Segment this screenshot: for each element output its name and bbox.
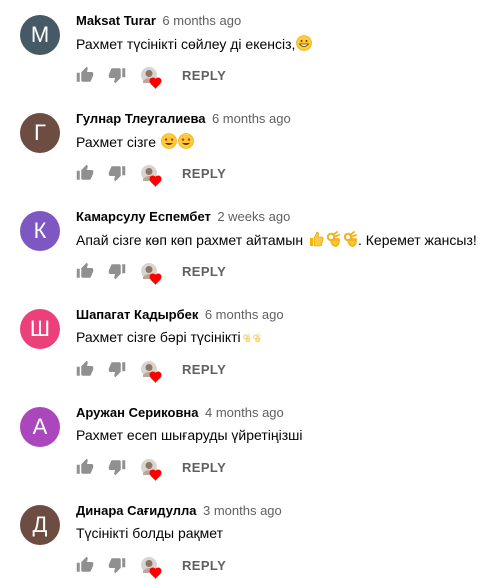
- creator-heart-icon: [140, 556, 164, 585]
- comment-header: Динара Сағидулла 3 months ago: [76, 502, 282, 520]
- creator-heart-icon: [140, 458, 164, 487]
- comment-header: Maksat Turar 6 months ago: [76, 12, 241, 30]
- comment-header: Аружан Сериковна 4 months ago: [76, 404, 284, 422]
- like-icon[interactable]: [76, 556, 94, 579]
- creator-heart-icon: [140, 262, 164, 291]
- ok-small-emoji-icon: [252, 331, 261, 347]
- like-icon[interactable]: [76, 458, 94, 481]
- comment-text-main: Рахмет есеп шығаруды үйретіңізші: [76, 427, 303, 443]
- comment: Ш Шапагат Кадырбек 6 months ago Рахмет с…: [0, 294, 494, 392]
- comment-header: Шапагат Кадырбек 6 months ago: [76, 306, 284, 324]
- author-name[interactable]: Аружан Сериковна: [76, 405, 199, 420]
- author-name[interactable]: Гулнар Тлеугалиева: [76, 111, 206, 126]
- avatar[interactable]: Г: [20, 113, 60, 153]
- reply-button[interactable]: REPLY: [182, 68, 226, 83]
- comment-text: Түсінікті болды рақмет: [76, 525, 223, 541]
- comment: M Maksat Turar 6 months ago Рахмет түсін…: [0, 0, 494, 98]
- comment-text-after: . Керемет жансыз!: [357, 232, 477, 248]
- timestamp[interactable]: 6 months ago: [212, 111, 291, 126]
- comment: Г Гулнар Тлеугалиева 6 months ago Рахмет…: [0, 98, 494, 196]
- timestamp[interactable]: 6 months ago: [205, 307, 284, 322]
- author-name[interactable]: Динара Сағидулла: [76, 503, 197, 518]
- ok-hand-emoji-icon: [325, 231, 341, 250]
- author-name[interactable]: Maksat Turar: [76, 13, 156, 28]
- ok-hand-emoji-icon: [342, 231, 358, 250]
- grin-emoji-icon: [296, 35, 313, 54]
- comment-text: Рахмет сізге бәрі түсінікті: [76, 329, 261, 347]
- avatar[interactable]: M: [20, 15, 60, 55]
- comment-text-main: Рахмет түсінікті сөйлеу ді екенсіз,: [76, 36, 296, 52]
- like-icon[interactable]: [76, 164, 94, 187]
- reply-button[interactable]: REPLY: [182, 460, 226, 475]
- comment-text-main: Түсінікті болды рақмет: [76, 525, 224, 541]
- dislike-icon[interactable]: [108, 556, 126, 579]
- author-name[interactable]: Камарсулу Еспембет: [76, 209, 211, 224]
- comment-text-main: Рахмет сізге бәрі түсінікті: [76, 329, 241, 345]
- heart-eyes-emoji-icon: [161, 133, 177, 152]
- dislike-icon[interactable]: [108, 164, 126, 187]
- reply-button[interactable]: REPLY: [182, 362, 226, 377]
- reply-button[interactable]: REPLY: [182, 166, 226, 181]
- dislike-icon[interactable]: [108, 262, 126, 285]
- dislike-icon[interactable]: [108, 458, 126, 481]
- comment: А Аружан Сериковна 4 months ago Рахмет е…: [0, 392, 494, 490]
- comment-header: Камарсулу Еспембет 2 weeks ago: [76, 208, 290, 226]
- comment-text: Рахмет есеп шығаруды үйретіңізші: [76, 427, 302, 443]
- comment-text: Апай сізге көп көп рахмет айтамын . Кере…: [76, 231, 477, 250]
- avatar[interactable]: Ш: [20, 309, 60, 349]
- timestamp[interactable]: 6 months ago: [162, 13, 241, 28]
- reply-button[interactable]: REPLY: [182, 264, 226, 279]
- comment-text-main: Апай сізге көп көп рахмет айтамын: [76, 232, 307, 248]
- thumbs-up-emoji-icon: [308, 231, 324, 250]
- creator-heart-icon: [140, 66, 164, 95]
- dislike-icon[interactable]: [108, 360, 126, 383]
- like-icon[interactable]: [76, 262, 94, 285]
- timestamp[interactable]: 3 months ago: [203, 503, 282, 518]
- creator-heart-icon: [140, 164, 164, 193]
- heart-eyes-emoji-icon: [178, 133, 194, 152]
- timestamp[interactable]: 2 weeks ago: [217, 209, 290, 224]
- avatar[interactable]: А: [20, 407, 60, 447]
- comment-text: Рахмет түсінікті сөйлеу ді екенсіз,: [76, 35, 313, 54]
- ok-small-emoji-icon: [242, 331, 251, 347]
- like-icon[interactable]: [76, 66, 94, 89]
- comment: Д Динара Сағидулла 3 months ago Түсінікт…: [0, 490, 494, 588]
- avatar[interactable]: К: [20, 211, 60, 251]
- comment-header: Гулнар Тлеугалиева 6 months ago: [76, 110, 291, 128]
- creator-heart-icon: [140, 360, 164, 389]
- comment-text-main: Рахмет сізге: [76, 134, 160, 150]
- author-name[interactable]: Шапагат Кадырбек: [76, 307, 198, 322]
- dislike-icon[interactable]: [108, 66, 126, 89]
- comment: К Камарсулу Еспембет 2 weeks ago Апай сі…: [0, 196, 494, 294]
- timestamp[interactable]: 4 months ago: [205, 405, 284, 420]
- avatar[interactable]: Д: [20, 505, 60, 545]
- reply-button[interactable]: REPLY: [182, 558, 226, 573]
- like-icon[interactable]: [76, 360, 94, 383]
- comment-text: Рахмет сізге: [76, 133, 194, 152]
